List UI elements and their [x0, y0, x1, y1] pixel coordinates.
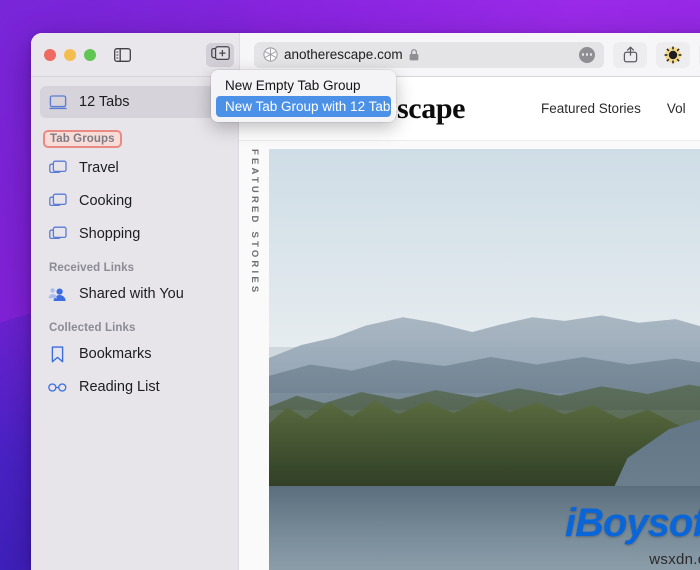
zoom-window-button[interactable] [84, 49, 96, 61]
iboysoft-watermark: iBoysoft [565, 501, 700, 546]
toolbar-left-section [31, 33, 239, 76]
screen: anotherescape.com [0, 0, 700, 570]
close-window-button[interactable] [44, 49, 56, 61]
hero-section: FEATURED STORIES iBoysoft wsxdn.com [239, 140, 700, 570]
hero-photo: iBoysoft [269, 149, 700, 570]
sidebar-item-reading-list[interactable]: Reading List [40, 371, 229, 403]
site-navigation: Featured Stories Vol [541, 101, 686, 116]
extension-button[interactable] [656, 42, 690, 68]
tab-group-icon [48, 226, 67, 243]
bookmark-icon [48, 346, 67, 363]
sidebar-item-label: Reading List [79, 379, 160, 395]
sidebar-toggle-button[interactable] [108, 43, 136, 67]
sidebar-toggle-icon [114, 48, 131, 62]
hero-vertical-label: FEATURED STORIES [249, 149, 260, 295]
photo-sky [269, 149, 700, 347]
address-bar[interactable]: anotherescape.com [254, 42, 604, 68]
new-tab-group-icon [211, 46, 230, 63]
sidebar-item-label: Bookmarks [79, 346, 152, 362]
window-icon [48, 94, 67, 111]
ellipsis-dot [586, 53, 589, 56]
page-menu-button[interactable] [579, 47, 595, 63]
new-tab-group-button[interactable] [206, 43, 234, 67]
ellipsis-dot [590, 53, 593, 56]
sidebar-item-bookmarks[interactable]: Bookmarks [40, 338, 229, 370]
menu-item-new-empty-tab-group[interactable]: New Empty Tab Group [216, 75, 391, 96]
sidebar-item-label: Travel [79, 160, 119, 176]
sidebar-item-label: Shared with You [79, 286, 184, 302]
minimize-window-button[interactable] [64, 49, 76, 61]
sidebar-item-label: Shopping [79, 226, 140, 242]
sidebar-section-header-received-links: Received Links [49, 262, 134, 274]
window-body: 12 Tabs Tab Groups Travel [31, 77, 700, 570]
sidebar-item-shared-with-you[interactable]: Shared with You [40, 278, 229, 310]
sidebar-current-tabs-label: 12 Tabs [79, 94, 130, 110]
reading-list-glasses-icon [48, 379, 67, 396]
nav-item-volumes[interactable]: Vol [667, 101, 686, 116]
sidebar-item-shopping[interactable]: Shopping [40, 218, 229, 250]
tab-group-icon [48, 160, 67, 177]
sidebar-item-label: Cooking [79, 193, 132, 209]
lock-icon [409, 49, 419, 61]
ellipsis-dot [582, 53, 585, 56]
shared-with-you-icon [48, 286, 67, 303]
address-bar-url: anotherescape.com [284, 47, 403, 62]
window-traffic-lights [44, 49, 96, 61]
share-button[interactable] [613, 42, 647, 68]
new-tab-group-dropdown-menu: New Empty Tab Group New Tab Group with 1… [211, 70, 396, 122]
site-favicon [263, 47, 278, 62]
nav-item-featured-stories[interactable]: Featured Stories [541, 101, 641, 116]
extension-sun-icon [664, 46, 682, 64]
sidebar-section-header-collected-links: Collected Links [49, 322, 136, 334]
menu-item-new-tab-group-with-tabs[interactable]: New Tab Group with 12 Tabs [216, 96, 391, 117]
sidebar: 12 Tabs Tab Groups Travel [31, 77, 239, 570]
source-watermark: wsxdn.com [649, 551, 700, 568]
tab-group-icon [48, 193, 67, 210]
share-icon [623, 46, 638, 63]
sidebar-item-travel[interactable]: Travel [40, 152, 229, 184]
sidebar-item-current-tabs[interactable]: 12 Tabs [40, 86, 229, 118]
web-content: Another Escape Featured Stories Vol FEAT… [239, 77, 700, 570]
sidebar-section-header-tab-groups: Tab Groups [43, 130, 122, 148]
sidebar-item-cooking[interactable]: Cooking [40, 185, 229, 217]
